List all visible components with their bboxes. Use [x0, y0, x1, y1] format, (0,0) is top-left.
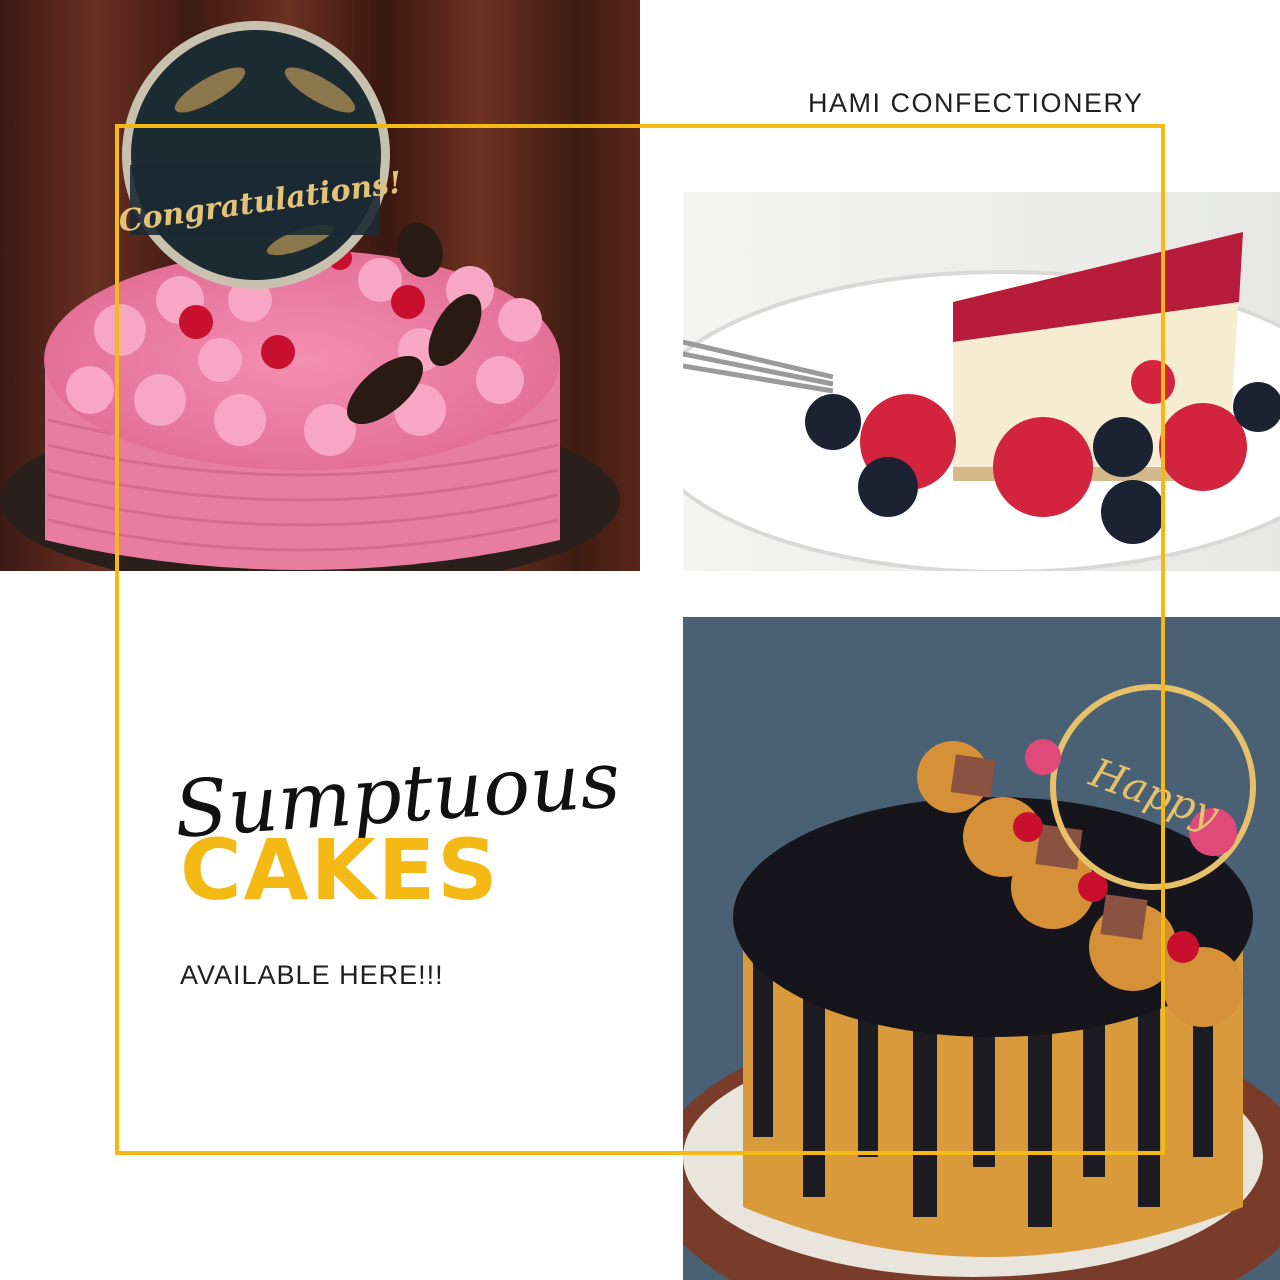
pink-cake-photo: Congratulations! [0, 0, 640, 571]
brand-name: HAMI CONFECTIONERY [808, 88, 1144, 118]
tagline: AVAILABLE HERE!!! [180, 960, 444, 990]
headline-main-word: CAKES [180, 821, 500, 919]
cheesecake-photo [683, 192, 1280, 571]
drip-cake-photo: Happy [683, 617, 1280, 1280]
